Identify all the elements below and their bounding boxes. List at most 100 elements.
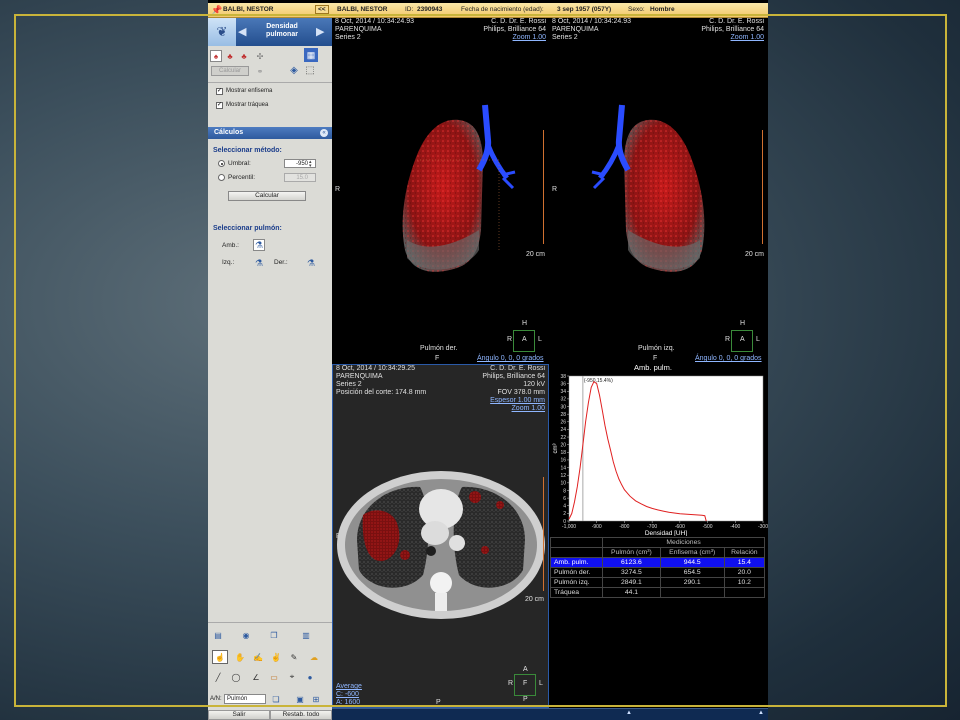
angle-tool-icon[interactable]: ∠ — [250, 671, 262, 683]
scale-bar — [543, 477, 545, 591]
forward-arrow-icon[interactable]: ▶ — [316, 25, 324, 38]
save-icon[interactable]: ▤ — [212, 629, 224, 641]
both-lungs-select-icon[interactable]: ⚗ — [253, 239, 265, 251]
cloud-tool-icon[interactable]: ☁ — [308, 651, 320, 663]
viewport-ct-axial[interactable]: 8 Oct, 2014 / 10:34:29.25 PARENQUIMA Ser… — [332, 364, 549, 708]
percentile-label: Percentil: — [228, 174, 256, 181]
window-tool-icon[interactable]: ✌ — [270, 651, 282, 663]
der-label: Der.: — [274, 259, 288, 266]
right-lung-select-icon[interactable]: ⚗ — [305, 257, 317, 269]
scanner: Philips, Brilliance 64 — [482, 373, 545, 380]
viewport-3d-left-lung[interactable]: 8 Oct, 2014 / 10:34:24.93 PARENQUIMA Ser… — [550, 18, 768, 364]
table-row[interactable]: Amb. pulm. 6123.6 944.5 15.4 — [549, 557, 766, 568]
calc-section-header[interactable]: Cálculos « — [208, 127, 332, 139]
bottom-divider — [208, 622, 332, 623]
percentile-radio[interactable] — [218, 174, 225, 181]
sphere-tool-icon[interactable]: ● — [304, 671, 316, 683]
left-lung-icon[interactable]: ♣ — [238, 50, 250, 62]
zoom-link[interactable]: Zoom 1.00 — [513, 34, 546, 42]
emphysema-volume-cell: 654.5 — [659, 567, 725, 578]
zoom-link[interactable]: Zoom 1.00 — [512, 405, 545, 413]
row-label: Amb. pulm. — [549, 557, 604, 568]
orientation-cube-left: R — [725, 336, 731, 343]
reset-button[interactable]: Restab. todo — [270, 710, 332, 720]
series-description: PARENQUIMA — [552, 26, 599, 33]
zoom-tool-icon[interactable]: ✍ — [252, 651, 264, 663]
y-tick-label: 16 — [560, 458, 566, 464]
emphysema-volume-cell: 290.1 — [659, 577, 725, 588]
layout-icon[interactable]: ▦ — [304, 48, 318, 62]
book-icon[interactable]: ▥ — [300, 629, 312, 641]
lung-volume-cell: 2849.1 — [602, 577, 661, 588]
viewport-label: Pulmón der. — [420, 345, 458, 352]
table-row[interactable]: Pulmón izq. 2849.1 290.1 10.2 — [549, 577, 766, 588]
y-tick-label: 22 — [560, 435, 566, 441]
line-tool-icon[interactable]: ╱ — [212, 671, 224, 683]
zoom-link[interactable]: Zoom 1.00 — [731, 34, 764, 42]
ellipse-tool-icon[interactable]: ◯ — [230, 671, 242, 683]
row-label: Pulmón der. — [549, 567, 604, 578]
window-width-link[interactable]: A: 1600 — [336, 699, 360, 707]
orientation-bottom: P — [436, 699, 441, 706]
render-mode-link[interactable]: Average — [336, 683, 362, 691]
orientation-cube-center: A — [740, 336, 745, 343]
lung-volume-cell: 44.1 — [602, 587, 661, 598]
angle-link[interactable]: Ángulo 0, 0, 0 grados — [477, 355, 544, 363]
orientation-cube-top: H — [522, 320, 528, 327]
scroll-up-icon[interactable]: ▲ — [626, 710, 632, 716]
angle-link[interactable]: Ángulo 0, 0, 0 grados — [695, 355, 762, 363]
copy-icon[interactable]: ❐ — [268, 629, 280, 641]
export-icon[interactable]: ⊞ — [310, 693, 322, 705]
pin-icon[interactable]: 📌 — [211, 5, 222, 16]
exit-button[interactable]: Salir — [208, 710, 270, 720]
emphysema-volume-cell: 944.5 — [659, 557, 725, 568]
column-header — [549, 547, 604, 558]
lung-3d-render — [591, 104, 705, 272]
select-icon[interactable]: ⬚ — [304, 64, 316, 76]
calc-disabled-button[interactable]: Calcular — [211, 66, 249, 76]
back-arrow-icon[interactable]: ◀ — [238, 25, 246, 38]
panel-title: Densidad pulmonar — [266, 23, 298, 38]
amb-label: Amb.: — [222, 242, 239, 249]
row-label: Pulmón izq. — [549, 577, 604, 588]
both-lungs-icon[interactable]: ♠ — [210, 50, 222, 62]
print-icon[interactable]: ▣ — [294, 693, 306, 705]
an-select[interactable]: Pulmón — [224, 694, 266, 704]
tools-row-2: ╱ ◯ ∠ ▭ ⌖ ● — [212, 671, 328, 685]
right-lung-icon[interactable]: ♣ — [224, 50, 236, 62]
y-tick-label: 34 — [560, 389, 566, 395]
lung-app-icon[interactable]: ❦ — [208, 18, 236, 46]
histogram-panel: Amb. pulm. 0 2 4 6 8 10 12 14 16 18 20 22 24 26 28 30 32… — [550, 364, 768, 536]
scroll-down-icon[interactable]: ▲ — [758, 710, 764, 716]
cube-icon[interactable]: ◈ — [288, 64, 300, 76]
rotate-tool-icon[interactable]: ✎ — [288, 651, 300, 663]
viewport-3d-right-lung[interactable]: 8 Oct, 2014 / 10:34:24.93 PARENQUIMA Ser… — [332, 18, 549, 364]
show-emphysema-checkbox[interactable]: ✓ — [216, 88, 223, 95]
link-icon[interactable]: ⚭ — [254, 65, 266, 77]
table-row[interactable]: Tráquea 44.1 — [549, 587, 766, 598]
thickness-link[interactable]: Espesor 1.00 mm — [490, 397, 545, 405]
patient-bar: 📌 BALBI, NESTOR << BALBI, NESTOR ID: 239… — [208, 3, 768, 18]
slice-position: Posición del corte: 174.8 mm — [336, 389, 427, 396]
y-axis-label: cm³ — [553, 444, 559, 454]
camera-icon[interactable]: ◉ — [240, 629, 252, 641]
calcular-button[interactable]: Calcular — [228, 191, 306, 201]
threshold-radio[interactable] — [218, 160, 225, 167]
table-row[interactable]: Pulmón der. 3274.5 654.5 20.0 — [549, 567, 766, 578]
orientation-cube-top: A — [523, 666, 528, 673]
layers-icon[interactable]: ❏ — [270, 693, 282, 705]
window-center-link[interactable]: C: -600 — [336, 691, 359, 699]
collapse-section-icon[interactable]: « — [320, 129, 328, 137]
institution: C. D. Dr. E. Rossi — [709, 18, 764, 25]
threshold-spinner-icon[interactable]: ▴ ▾ — [309, 160, 312, 169]
y-tick-label: 32 — [560, 397, 566, 403]
show-trachea-checkbox[interactable]: ✓ — [216, 102, 223, 109]
pointer-tool-icon[interactable]: ☝ — [212, 650, 228, 664]
airway-icon[interactable]: ✣ — [254, 50, 266, 62]
left-lung-select-icon[interactable]: ⚗ — [253, 257, 265, 269]
collapse-button[interactable]: << — [315, 5, 329, 14]
ruler-tool-icon[interactable]: ▭ — [268, 671, 280, 683]
marker-tool-icon[interactable]: ⌖ — [286, 671, 298, 683]
percentile-input[interactable]: 15.0 — [284, 173, 316, 182]
pan-tool-icon[interactable]: ✋ — [234, 651, 246, 663]
